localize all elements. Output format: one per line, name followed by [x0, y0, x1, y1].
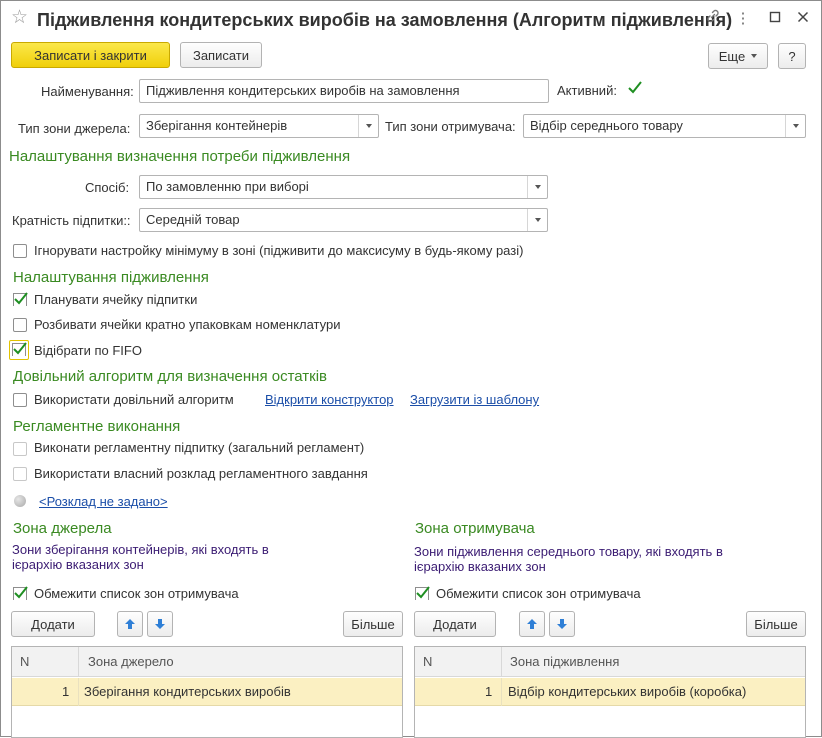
load-template-link[interactable]: Загрузити із шаблону: [410, 392, 539, 408]
own-schedule-checkbox[interactable]: [13, 467, 27, 481]
source-add-button[interactable]: Додати: [11, 611, 95, 637]
checkmark-icon: [13, 292, 28, 306]
table-row[interactable]: 1 Зберігання кондитерських виробів: [12, 678, 402, 706]
open-constructor-link[interactable]: Відкрити конструктор: [265, 392, 394, 408]
custom-algo-section-title: Довільний алгоритм для визначення остатк…: [13, 368, 328, 385]
more-vertical-icon[interactable]: ⋮: [732, 8, 754, 30]
source-zone-type-value: Зберігання контейнерів: [146, 118, 288, 133]
help-button[interactable]: ?: [778, 43, 806, 69]
active-label: Активний:: [557, 83, 617, 98]
column-divider: [78, 647, 79, 677]
replenish-section-title: Налаштування підживлення: [13, 269, 209, 286]
split-cells-checkbox[interactable]: [13, 318, 27, 332]
source-zone-title: Зона джерела: [13, 520, 112, 537]
method-value: По замовленню при виборі: [146, 179, 309, 194]
source-zone-type-label: Тип зони джерела:: [18, 121, 131, 136]
fifo-checkbox[interactable]: [12, 342, 27, 357]
use-custom-checkbox[interactable]: [13, 393, 27, 407]
need-section-title: Налаштування визначення потреби підживле…: [9, 148, 351, 165]
column-header-zone[interactable]: Зона джерело: [88, 647, 174, 677]
schedule-status-icon: [14, 495, 26, 507]
method-select[interactable]: По замовленню при виборі: [139, 175, 548, 199]
row-zone: Відбір кондитерських виробів (коробка): [508, 684, 747, 699]
checkmark-icon: [12, 342, 27, 356]
source-zone-table: N Зона джерело 1 Зберігання кондитерськи…: [11, 646, 403, 738]
source-limit-label: Обмежити список зон отримувача: [34, 586, 239, 601]
name-input[interactable]: Підживлення кондитерських виробів на зам…: [139, 79, 549, 103]
ignore-min-checkbox[interactable]: [13, 244, 27, 258]
checkmark-icon: [415, 586, 430, 600]
source-more-button[interactable]: Більше: [343, 611, 403, 637]
table-row[interactable]: 1 Відбір кондитерських виробів (коробка): [415, 678, 805, 706]
target-add-button[interactable]: Додати: [414, 611, 496, 637]
row-zone: Зберігання кондитерських виробів: [84, 684, 291, 699]
arrow-up-icon: [527, 619, 537, 629]
source-zone-description: Зони зберігання контейнерів, які входять…: [12, 542, 269, 572]
chevron-down-icon: [751, 54, 758, 58]
split-cells-label: Розбивати ячейки кратно упаковкам номенк…: [34, 317, 341, 332]
chevron-down-icon[interactable]: [358, 115, 378, 137]
target-zone-type-select[interactable]: Відбір середнього товару: [523, 114, 806, 138]
column-header-zone[interactable]: Зона підживлення: [510, 647, 619, 677]
maximize-icon[interactable]: [764, 8, 786, 30]
source-limit-checkbox[interactable]: [13, 586, 28, 601]
checkmark-icon: [13, 586, 28, 600]
own-schedule-label: Використати власний розклад регламентног…: [34, 466, 368, 481]
table-header: N Зона джерело: [12, 647, 402, 677]
ignore-min-label: Ігнорувати настройку мінімуму в зоні (пі…: [34, 243, 524, 258]
chevron-down-icon[interactable]: [527, 176, 547, 198]
target-move-up-button[interactable]: [519, 611, 545, 637]
target-zone-type-label: Тип зони отримувача:: [385, 119, 516, 134]
arrow-up-icon: [125, 619, 135, 629]
table-header: N Зона підживлення: [415, 647, 805, 677]
column-header-n[interactable]: N: [20, 647, 29, 677]
source-move-down-button[interactable]: [147, 611, 173, 637]
multiplicity-label: Кратність підпитки::: [12, 213, 131, 228]
target-zone-table: N Зона підживлення 1 Відбір кондитерськи…: [414, 646, 806, 738]
active-checkbox[interactable]: [627, 81, 642, 97]
target-zone-description: Зони підживлення середнього товару, які …: [414, 544, 723, 574]
target-limit-label: Обмежити список зон отримувача: [436, 586, 641, 601]
window-title: Підживлення кондитерських виробів на зам…: [37, 10, 733, 30]
checkmark-icon: [628, 81, 642, 94]
fifo-label: Відібрати по FIFO: [34, 343, 142, 358]
column-divider: [78, 678, 79, 706]
more-label: Еще: [718, 48, 746, 64]
chevron-down-icon[interactable]: [785, 115, 805, 137]
form-window: ☆ Підживлення кондитерських виробів на з…: [0, 0, 822, 738]
arrow-down-icon: [557, 619, 567, 629]
link-icon[interactable]: [702, 8, 724, 30]
target-zone-type-value: Відбір середнього товару: [530, 118, 683, 133]
plan-cell-checkbox[interactable]: [13, 292, 28, 307]
routine-section-title: Регламентне виконання: [13, 418, 181, 435]
row-number: 1: [485, 684, 493, 699]
schedule-link[interactable]: <Розклад не задано>: [39, 494, 168, 510]
use-custom-label: Використати довільний алгоритм: [34, 392, 234, 407]
target-zone-title: Зона отримувача: [415, 520, 535, 537]
name-label: Найменування:: [41, 84, 134, 99]
multiplicity-value: Середній товар: [146, 212, 240, 227]
target-more-button[interactable]: Більше: [746, 611, 806, 637]
target-move-down-button[interactable]: [549, 611, 575, 637]
save-and-close-button[interactable]: Записати і закрити: [11, 42, 170, 68]
run-routine-checkbox[interactable]: [13, 442, 27, 456]
more-menu-button[interactable]: Еще: [708, 43, 768, 69]
star-icon[interactable]: ☆: [11, 7, 28, 29]
chevron-down-icon[interactable]: [527, 209, 547, 231]
source-zone-type-select[interactable]: Зберігання контейнерів: [139, 114, 379, 138]
column-header-n[interactable]: N: [423, 647, 432, 677]
multiplicity-select[interactable]: Середній товар: [139, 208, 548, 232]
plan-cell-label: Планувати ячейку підпитки: [34, 292, 198, 307]
save-button[interactable]: Записати: [180, 42, 262, 68]
source-move-up-button[interactable]: [117, 611, 143, 637]
arrow-down-icon: [155, 619, 165, 629]
column-divider: [501, 678, 502, 706]
method-label: Спосіб:: [85, 180, 130, 195]
target-limit-checkbox[interactable]: [415, 586, 430, 601]
row-number: 1: [62, 684, 70, 699]
column-divider: [501, 647, 502, 677]
close-icon[interactable]: [792, 8, 814, 30]
run-routine-label: Виконати регламентну підпитку (загальний…: [34, 440, 365, 455]
